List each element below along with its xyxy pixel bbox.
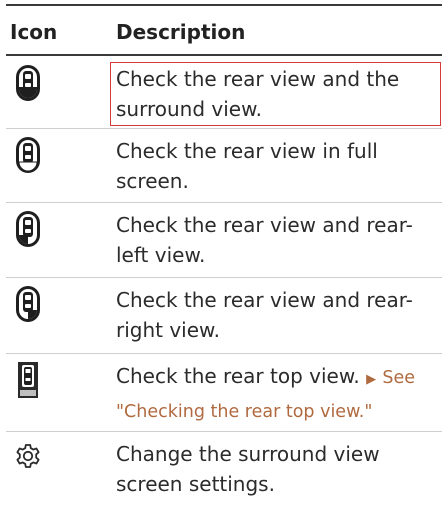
icon-column-header: Icon	[10, 20, 58, 44]
see-reference-link[interactable]: "Checking the rear top view."	[116, 402, 372, 422]
table-row: Check the rear top view. ▶ See "Checking…	[0, 354, 446, 432]
see-arrow-icon: ▶	[366, 372, 377, 387]
description-column-header: Description	[116, 20, 246, 44]
see-label[interactable]: See	[382, 368, 415, 388]
row-description: Check the rear top view. ▶ See "Checking…	[116, 361, 434, 427]
gear-icon[interactable]	[14, 442, 42, 482]
row-description: Check the rear view in full screen.	[116, 139, 378, 193]
row-description: Check the rear view and rear-left view.	[116, 213, 413, 267]
table-row: Check the rear view and rear-left view.	[0, 203, 446, 278]
table-header: Icon Description	[0, 6, 446, 54]
row-description-text: Check the rear top view.	[116, 364, 360, 388]
rear-surround-view-icon[interactable]	[14, 63, 42, 103]
rear-full-screen-icon[interactable]	[14, 135, 42, 175]
rear-left-view-icon[interactable]	[14, 209, 42, 249]
table-row: Check the rear view and rear-right view.	[0, 278, 446, 354]
header-rule	[6, 54, 442, 56]
rear-top-view-icon[interactable]	[14, 360, 42, 400]
row-description: Change the surround view screen settings…	[116, 442, 380, 496]
table-row: Change the surround view screen settings…	[0, 432, 446, 510]
rear-right-view-icon[interactable]	[14, 284, 42, 324]
row-description: Check the rear view and rear-right view.	[116, 288, 413, 342]
table-row: Check the rear view in full screen.	[0, 129, 446, 203]
highlight-box	[110, 62, 441, 126]
